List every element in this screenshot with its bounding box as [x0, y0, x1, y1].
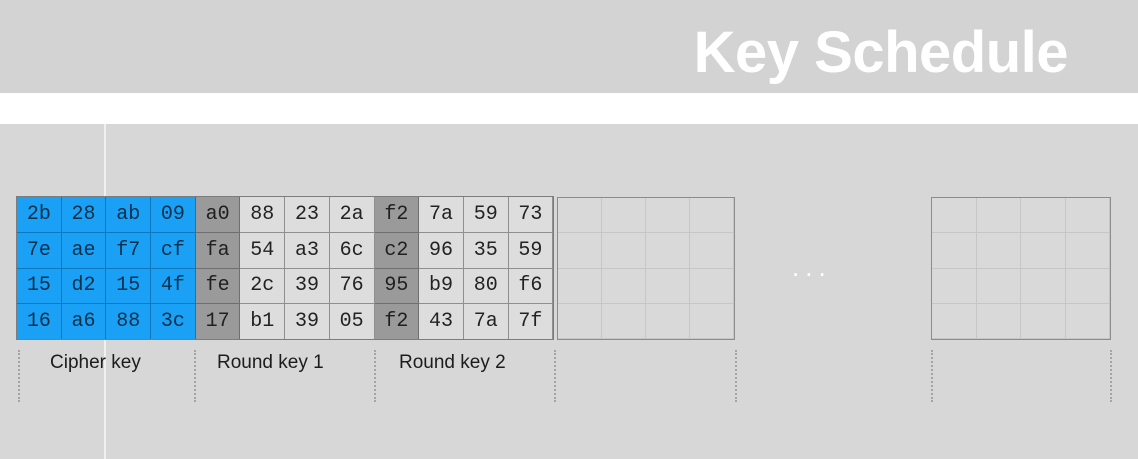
divider-dots	[554, 350, 556, 402]
divider-dots	[18, 350, 20, 402]
key-byte-cell: 28	[61, 197, 107, 233]
key-byte-cell: fa	[195, 232, 241, 269]
key-byte-cell: 7e	[17, 232, 62, 269]
key-byte-cell: f6	[508, 268, 554, 305]
key-byte-cell: 2c	[240, 268, 286, 305]
title-bar: Key Schedule	[0, 0, 1138, 93]
divider-dots	[931, 350, 933, 402]
key-byte-cell: 09	[151, 197, 196, 233]
key-byte-cell: ab	[106, 197, 152, 233]
key-byte-cell: 73	[508, 197, 554, 233]
key-byte-cell: 7a	[463, 304, 509, 340]
key-byte-cell: 05	[329, 304, 375, 340]
title-divider-band	[0, 93, 1138, 124]
key-byte-cell: cf	[151, 232, 196, 269]
key-byte-cell: 7a	[419, 197, 464, 233]
key-byte-cell: 88	[240, 197, 286, 233]
ellipsis: ...	[792, 252, 832, 282]
divider-dots	[194, 350, 196, 402]
key-byte-cell: 23	[285, 197, 330, 233]
key-byte-cell: a6	[61, 304, 107, 340]
key-byte-cell: c2	[374, 232, 420, 269]
key-byte-cell: 2b	[17, 197, 62, 233]
label-cipher-key: Cipher key	[50, 352, 141, 373]
key-byte-cell: f2	[374, 304, 420, 340]
label-round-key-2: Round key 2	[399, 352, 506, 373]
key-byte-cell: f7	[106, 232, 152, 269]
key-byte-cell: 95	[374, 268, 420, 305]
divider-dots	[1110, 350, 1112, 402]
key-byte-cell: 43	[419, 304, 464, 340]
key-byte-cell: 59	[463, 197, 509, 233]
key-byte-cell: 15	[106, 268, 152, 305]
key-byte-cell: 39	[285, 304, 330, 340]
key-byte-cell: 80	[463, 268, 509, 305]
key-byte-cell: 15	[17, 268, 62, 305]
empty-round-key-block	[557, 197, 735, 340]
key-byte-cell: 35	[463, 232, 509, 269]
page-title: Key Schedule	[693, 20, 1069, 85]
key-byte-cell: 6c	[329, 232, 375, 269]
key-byte-cell: f2	[374, 197, 420, 233]
key-byte-cell: d2	[61, 268, 107, 305]
key-byte-cell: 88	[106, 304, 152, 340]
divider-dots	[735, 350, 737, 402]
empty-final-round-key-block	[931, 197, 1111, 340]
key-byte-cell: ae	[61, 232, 107, 269]
key-byte-cell: 3c	[151, 304, 196, 340]
key-byte-cell: 7f	[508, 304, 554, 340]
key-byte-cell: 39	[285, 268, 330, 305]
key-byte-cell: 16	[17, 304, 62, 340]
key-byte-cell: a3	[285, 232, 330, 269]
key-byte-cell: 96	[419, 232, 464, 269]
key-byte-cell: 76	[329, 268, 375, 305]
key-byte-cell: b1	[240, 304, 286, 340]
key-byte-cell: 59	[508, 232, 554, 269]
key-byte-cell: 17	[195, 304, 241, 340]
key-schedule-grid: 2b 28 ab 09 a0 88 23 2a f2 7a 59 73 7e ae f7 cf fa 54 a3 6c…	[17, 197, 554, 340]
key-byte-cell: 54	[240, 232, 286, 269]
key-byte-cell: 2a	[329, 197, 375, 233]
key-byte-cell: b9	[419, 268, 464, 305]
divider-dots	[374, 350, 376, 402]
label-round-key-1: Round key 1	[217, 352, 324, 373]
key-byte-cell: fe	[195, 268, 241, 305]
key-byte-cell: a0	[195, 197, 241, 233]
key-byte-cell: 4f	[151, 268, 196, 305]
